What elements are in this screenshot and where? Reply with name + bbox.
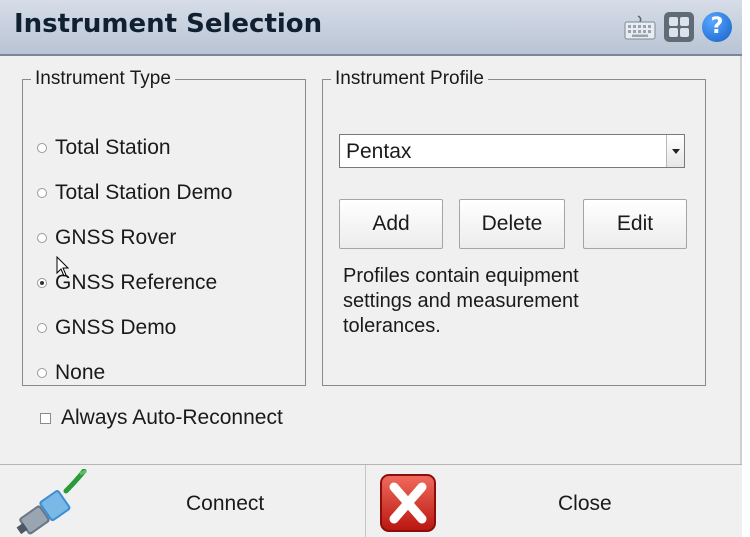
chevron-down-icon[interactable] <box>666 135 684 167</box>
close-icon <box>380 474 436 532</box>
title-bar: Instrument Selection ? <box>0 0 742 56</box>
radio-label: None <box>55 361 106 384</box>
radio-none[interactable]: None <box>37 361 105 385</box>
radio-gnss-demo[interactable]: GNSS Demo <box>37 316 176 340</box>
radio-button[interactable] <box>37 323 47 333</box>
instrument-type-group: Instrument Type Total Station Total Stat… <box>22 68 306 386</box>
radio-button[interactable] <box>37 188 47 198</box>
radio-button[interactable] <box>37 368 47 378</box>
keyboard-icon[interactable] <box>624 14 656 40</box>
profile-select-value: Pentax <box>346 140 412 163</box>
add-button[interactable]: Add <box>339 199 443 249</box>
bottom-action-bar: Connect Close <box>0 464 742 537</box>
radio-label: Total Station <box>55 136 171 159</box>
help-icon[interactable]: ? <box>702 12 732 42</box>
radio-button[interactable] <box>37 143 47 153</box>
profile-description: Profiles contain equipment settings and … <box>343 265 579 337</box>
instrument-profile-legend: Instrument Profile <box>335 68 484 89</box>
title-icons: ? <box>624 12 732 42</box>
auto-reconnect-checkbox[interactable]: Always Auto-Reconnect <box>40 406 283 430</box>
window-title: Instrument Selection <box>14 9 323 39</box>
radio-label: GNSS Rover <box>55 226 177 249</box>
edit-button[interactable]: Edit <box>583 199 687 249</box>
radio-button[interactable] <box>37 233 47 243</box>
profile-select[interactable]: Pentax <box>339 134 685 168</box>
connect-label: Connect <box>186 492 265 515</box>
connect-button[interactable]: Connect <box>0 465 366 537</box>
close-label: Close <box>558 492 612 515</box>
radio-label: Total Station Demo <box>55 181 233 204</box>
instrument-type-legend: Instrument Type <box>35 68 171 89</box>
checkbox[interactable] <box>40 412 51 424</box>
grid-icon[interactable] <box>664 12 694 42</box>
radio-gnss-rover[interactable]: GNSS Rover <box>37 226 176 250</box>
radio-button-selected[interactable] <box>37 278 47 288</box>
checkbox-label: Always Auto-Reconnect <box>61 406 283 429</box>
delete-button[interactable]: Delete <box>459 199 565 249</box>
radio-total-station[interactable]: Total Station <box>37 136 171 160</box>
instrument-selection-window: Instrument Selection ? Instrument Type T… <box>0 0 742 537</box>
radio-total-station-demo[interactable]: Total Station Demo <box>37 181 232 205</box>
radio-label: GNSS Demo <box>55 316 177 339</box>
instrument-profile-group: Instrument Profile Pentax Add Delete Edi… <box>322 68 706 386</box>
radio-label: GNSS Reference <box>55 271 218 294</box>
connector-plug-icon <box>16 469 87 535</box>
mouse-cursor-icon <box>56 256 70 277</box>
close-button[interactable]: Close <box>367 465 742 537</box>
